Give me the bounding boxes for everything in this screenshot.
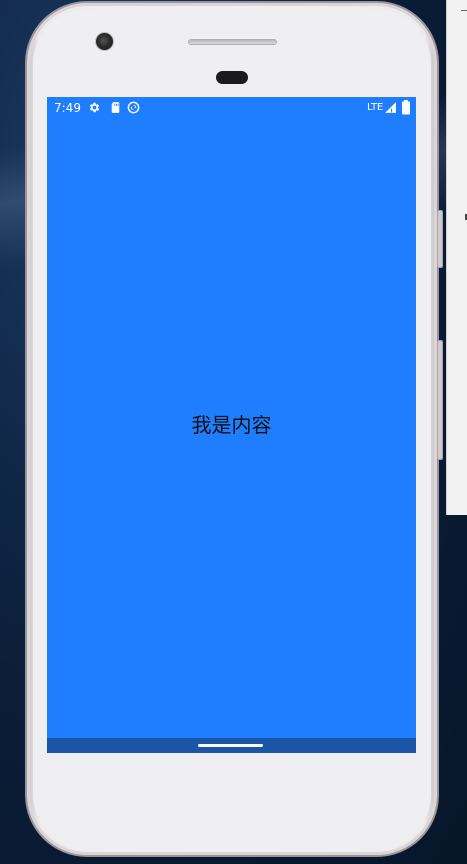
side-window-line — [461, 10, 467, 11]
home-gesture-handle[interactable] — [198, 744, 263, 747]
proximity-sensor — [216, 71, 248, 84]
sd-card-icon — [109, 101, 122, 114]
front-camera — [96, 33, 113, 50]
sync-icon — [127, 101, 140, 114]
network-type-label: LTE — [367, 102, 384, 113]
volume-button[interactable] — [437, 340, 443, 460]
status-time: 7:49 — [54, 101, 81, 115]
power-button[interactable] — [437, 210, 443, 268]
settings-gear-icon — [88, 101, 101, 114]
navigation-bar — [47, 738, 416, 753]
content-label: 我是内容 — [191, 413, 272, 437]
earpiece-speaker — [188, 39, 277, 45]
side-window-edge — [446, 0, 467, 515]
signal-icon — [384, 101, 397, 114]
app-screen: 7:49 LTE 我是内容 — [47, 97, 416, 753]
status-bar: 7:49 LTE — [47, 97, 416, 119]
battery-icon — [401, 100, 414, 115]
